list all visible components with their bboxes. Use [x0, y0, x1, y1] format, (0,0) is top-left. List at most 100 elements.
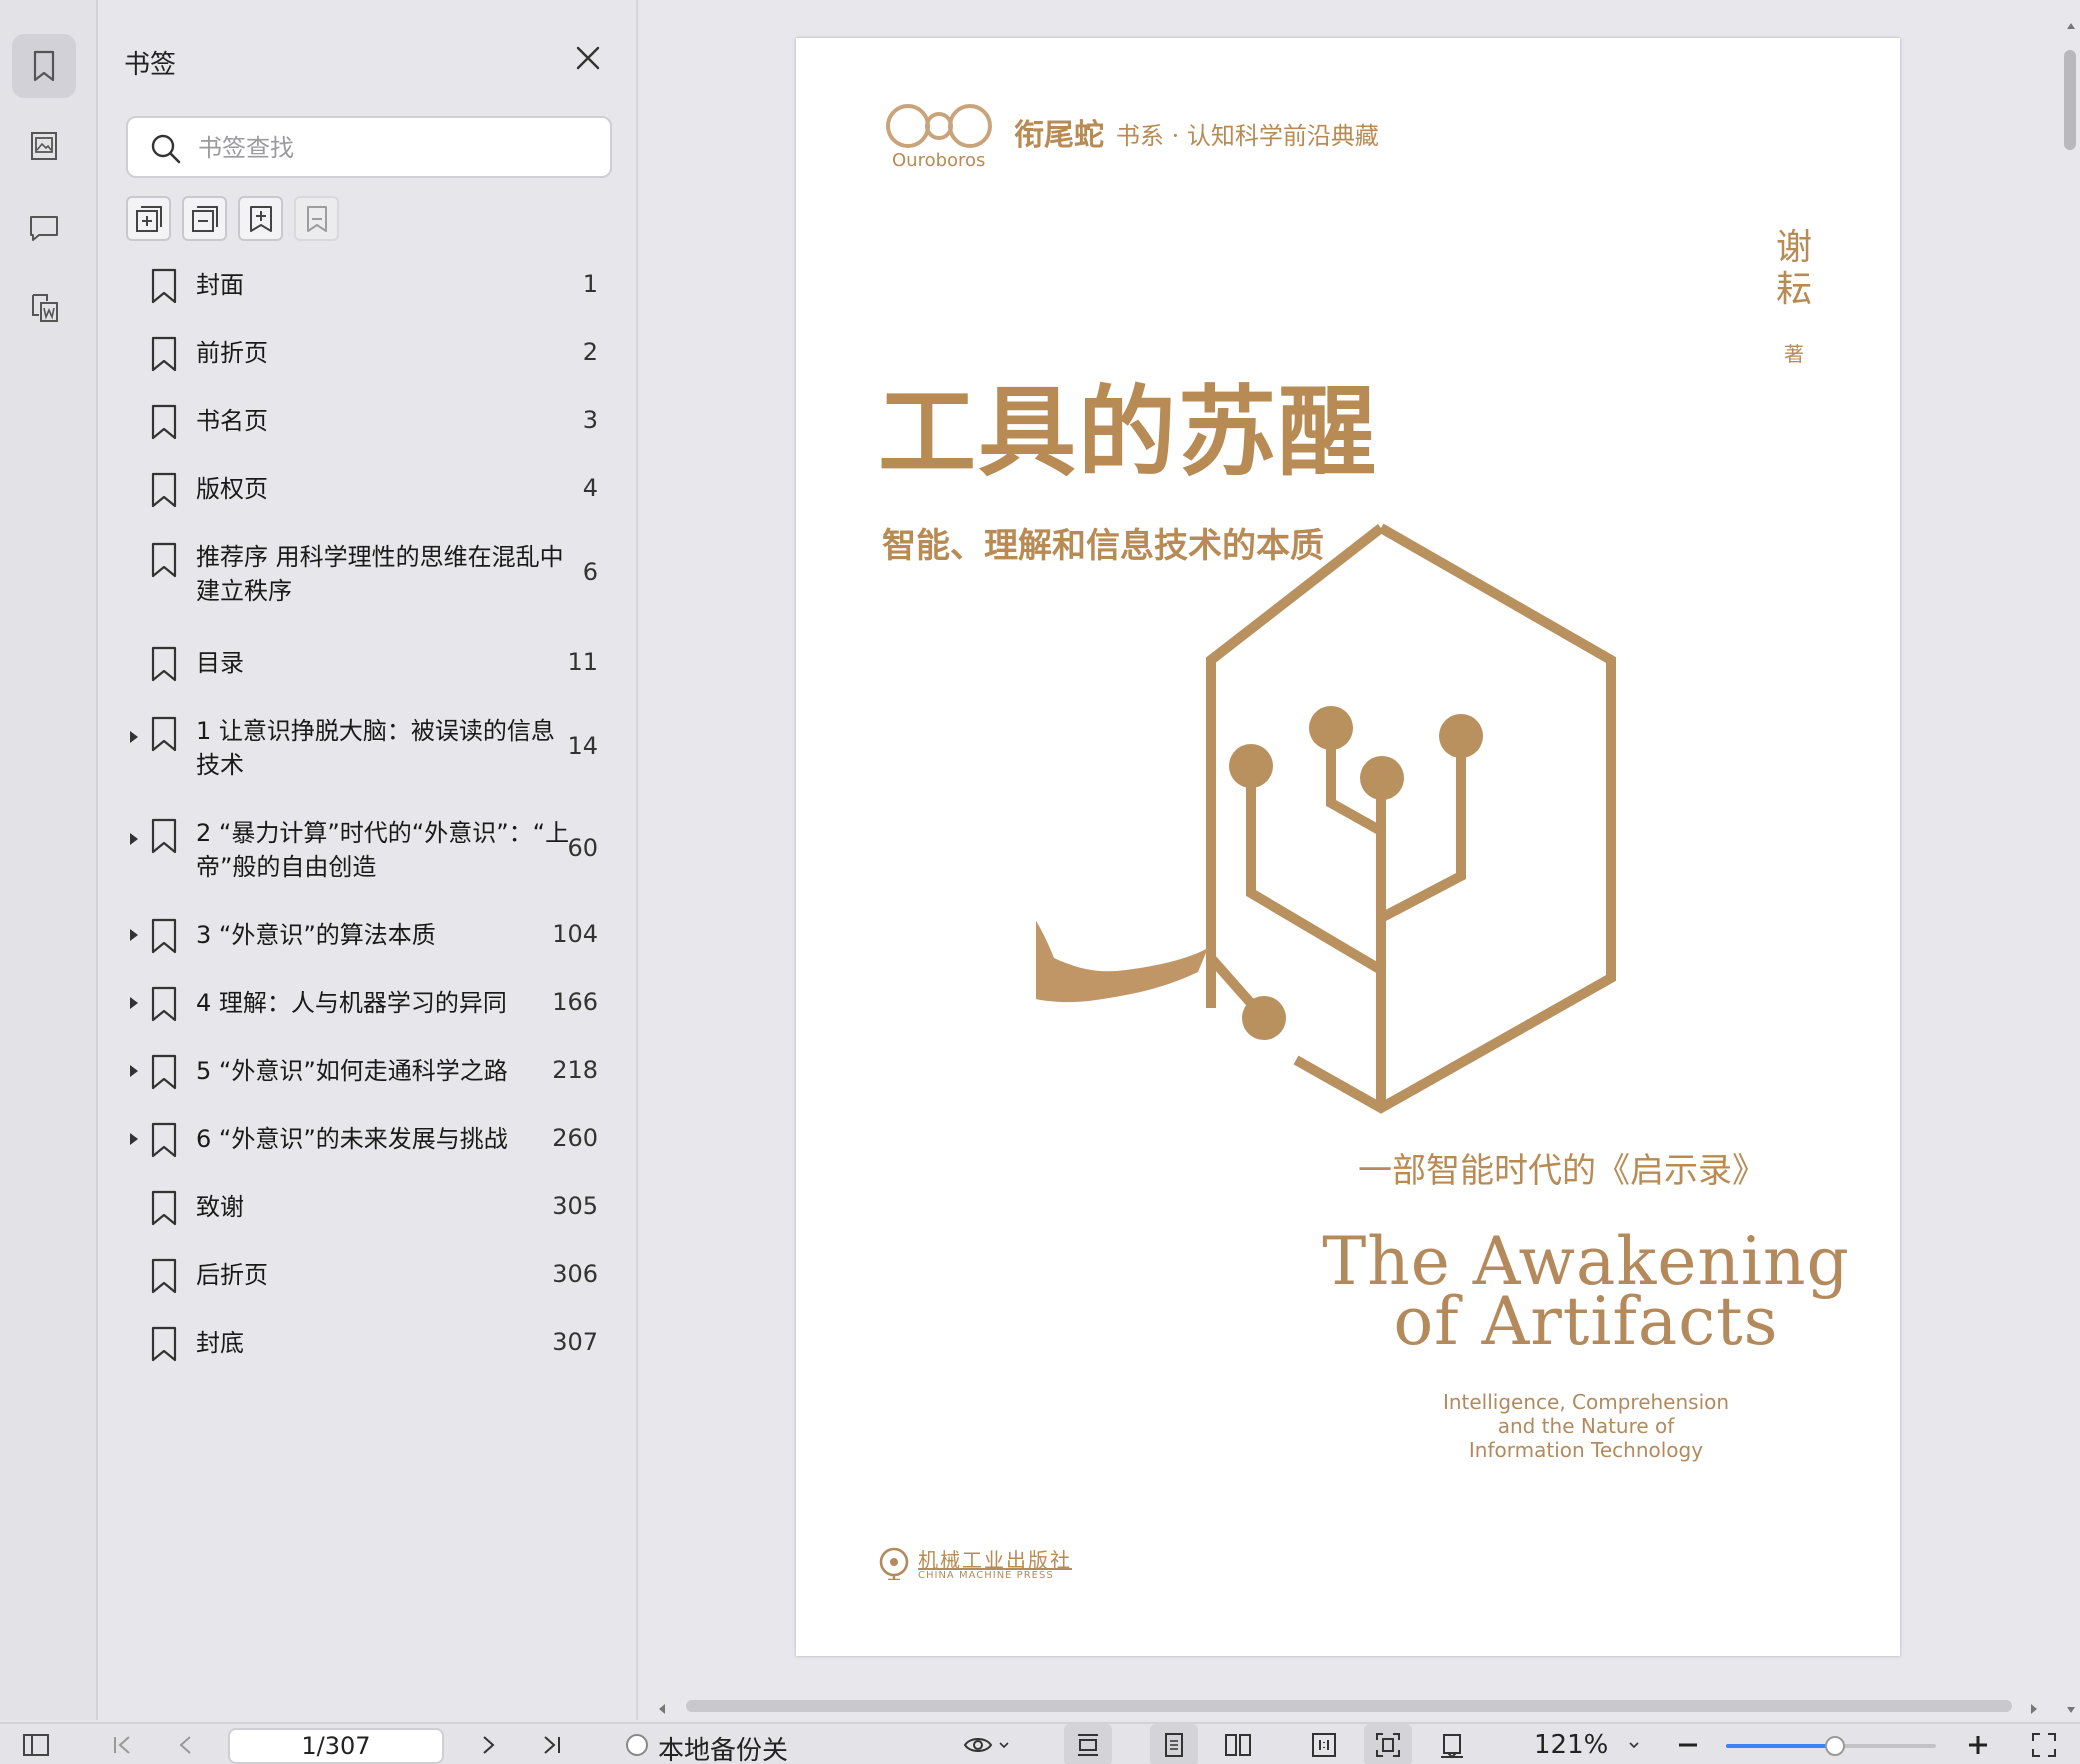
- bookmark-page-number: 11: [567, 648, 598, 676]
- add-bookmark-button[interactable]: [238, 196, 283, 241]
- bookmark-page-number: 104: [552, 920, 598, 948]
- bookmark-icon: [151, 646, 177, 682]
- two-page-icon: [1225, 1734, 1251, 1756]
- minus-icon: [1679, 1743, 1697, 1747]
- zoom-out-button[interactable]: [1670, 1724, 1706, 1764]
- bookmark-icon: [151, 918, 177, 954]
- rotate-page-button[interactable]: [1428, 1724, 1476, 1764]
- english-subtitle-line1: Intelligence, Comprehension: [1442, 1390, 1730, 1414]
- expand-arrow-icon[interactable]: [128, 996, 140, 1010]
- bookmark-page-number: 260: [552, 1124, 598, 1152]
- plus-icon: [1969, 1736, 1987, 1754]
- ouroboros-logo-icon: [886, 104, 992, 148]
- delete-bookmark-button[interactable]: [294, 196, 339, 241]
- bookmark-label: 4 理解：人与机器学习的异同: [196, 989, 507, 1017]
- expand-all-button[interactable]: [126, 196, 171, 241]
- view-mode-dropdown[interactable]: [956, 1724, 1016, 1764]
- bookmark-label: 前折页: [196, 339, 268, 367]
- zoom-dropdown-button[interactable]: [1622, 1724, 1646, 1764]
- backup-status-toggle[interactable]: [622, 1724, 652, 1764]
- expand-arrow-icon[interactable]: [128, 1064, 140, 1078]
- zoom-slider-handle[interactable]: [1825, 1736, 1846, 1756]
- bookmark-page-number: 60: [567, 834, 598, 862]
- bookmark-label: 书名页: [196, 407, 268, 435]
- bookmark-page-number: 1: [582, 270, 598, 298]
- publisher-name-en: CHINA MACHINE PRESS: [918, 1570, 1054, 1581]
- bookmark-page-number: 3: [582, 406, 598, 434]
- english-subtitle-line2: and the Nature of: [1497, 1414, 1675, 1438]
- bookmark-label: 致谢: [196, 1193, 244, 1221]
- collapse-all-button[interactable]: [182, 196, 227, 241]
- chevron-down-icon: [1629, 1742, 1639, 1749]
- last-page-button[interactable]: [534, 1724, 570, 1764]
- bookmark-label: 后折页: [196, 1261, 268, 1289]
- bookmark-label: 封底: [196, 1329, 244, 1357]
- fit-width-button[interactable]: [1064, 1724, 1112, 1764]
- bookmark-page-number: 4: [582, 474, 598, 502]
- vertical-scrollbar[interactable]: [2064, 50, 2076, 150]
- single-page-button[interactable]: [1150, 1724, 1198, 1764]
- chevron-left-icon: [179, 1736, 191, 1754]
- cover-illustration: [1036, 523, 1616, 1114]
- author-role: 著: [1784, 342, 1804, 366]
- bookmark-page-number: 2: [582, 338, 598, 366]
- two-page-button[interactable]: [1214, 1724, 1262, 1764]
- series-suffix: 书系 · 认知科学前沿典藏: [1116, 122, 1379, 150]
- scroll-right-arrow-icon[interactable]: [2028, 1700, 2040, 1714]
- actual-size-button[interactable]: [1300, 1724, 1348, 1764]
- bookmark-label: 封面: [196, 271, 244, 299]
- fit-page-button[interactable]: [1364, 1724, 1412, 1764]
- expand-arrow-icon[interactable]: [128, 832, 140, 846]
- single-page-icon: [1165, 1733, 1183, 1757]
- horizontal-scrollbar[interactable]: [686, 1700, 2012, 1712]
- fullscreen-icon: [2032, 1733, 2056, 1757]
- rotate-icon: [1441, 1734, 1463, 1759]
- bookmark-icon: [151, 818, 177, 854]
- zoom-slider[interactable]: [1726, 1736, 1936, 1756]
- scroll-up-arrow-icon[interactable]: [2066, 16, 2076, 29]
- expand-arrow-icon[interactable]: [128, 928, 140, 942]
- bookmark-icon: [151, 716, 177, 752]
- english-title-line2: of Artifacts: [1393, 1283, 1779, 1360]
- zoom-in-button[interactable]: [1960, 1724, 1996, 1764]
- expand-arrow-icon[interactable]: [128, 730, 140, 744]
- fullscreen-button[interactable]: [2026, 1724, 2062, 1764]
- word-convert-tab-icon[interactable]: [12, 276, 76, 340]
- add-bookmark-icon: [249, 205, 272, 232]
- bookmark-search-input[interactable]: [198, 128, 598, 168]
- book-title: 工具的苏醒: [878, 375, 1379, 490]
- close-panel-button[interactable]: [572, 42, 604, 74]
- pdf-page-cover: Ouroboros 衔尾蛇 书系 · 认知科学前沿典藏 谢 耘 著 工具的苏醒 …: [796, 38, 1900, 1656]
- bookmark-icon: [151, 404, 177, 440]
- page-number-input[interactable]: 1/307: [228, 1728, 444, 1764]
- bookmark-toolbar: [126, 196, 339, 241]
- next-page-button[interactable]: [470, 1724, 506, 1764]
- publisher-name-cn: 机械工业出版社: [918, 1548, 1072, 1572]
- backup-status-label: 本地备份关: [658, 1736, 789, 1764]
- bookmark-icon: [151, 1190, 177, 1226]
- toggle-sidebar-button[interactable]: [18, 1724, 54, 1764]
- first-page-button[interactable]: [104, 1724, 140, 1764]
- bookmark-icon: [151, 1258, 177, 1294]
- close-icon: [576, 46, 600, 70]
- expand-arrow-icon[interactable]: [128, 1132, 140, 1146]
- scroll-left-arrow-icon[interactable]: [656, 1700, 668, 1714]
- zoom-slider-fill: [1726, 1744, 1836, 1748]
- book-tagline: 一部智能时代的《启示录》: [1358, 1151, 1766, 1191]
- eye-icon: [963, 1738, 993, 1752]
- series-logo-text: Ouroboros: [892, 150, 986, 171]
- scroll-down-arrow-icon[interactable]: [2066, 1700, 2076, 1713]
- actual-size-icon: [1312, 1733, 1336, 1757]
- fit-width-icon: [1078, 1734, 1098, 1756]
- bookmark-icon: [151, 1122, 177, 1158]
- bookmark-icon: [151, 336, 177, 372]
- expand-all-icon: [135, 205, 162, 232]
- bookmark-page-number: 14: [567, 732, 598, 760]
- previous-page-button[interactable]: [168, 1724, 204, 1764]
- bookmark-label: 版权页: [196, 475, 268, 503]
- bookmark-search-box[interactable]: [126, 116, 612, 178]
- thumbnail-tab-icon[interactable]: [12, 114, 76, 178]
- comment-tab-icon[interactable]: [12, 196, 76, 260]
- search-icon: [151, 134, 181, 164]
- bookmark-tab-icon[interactable]: [12, 34, 76, 98]
